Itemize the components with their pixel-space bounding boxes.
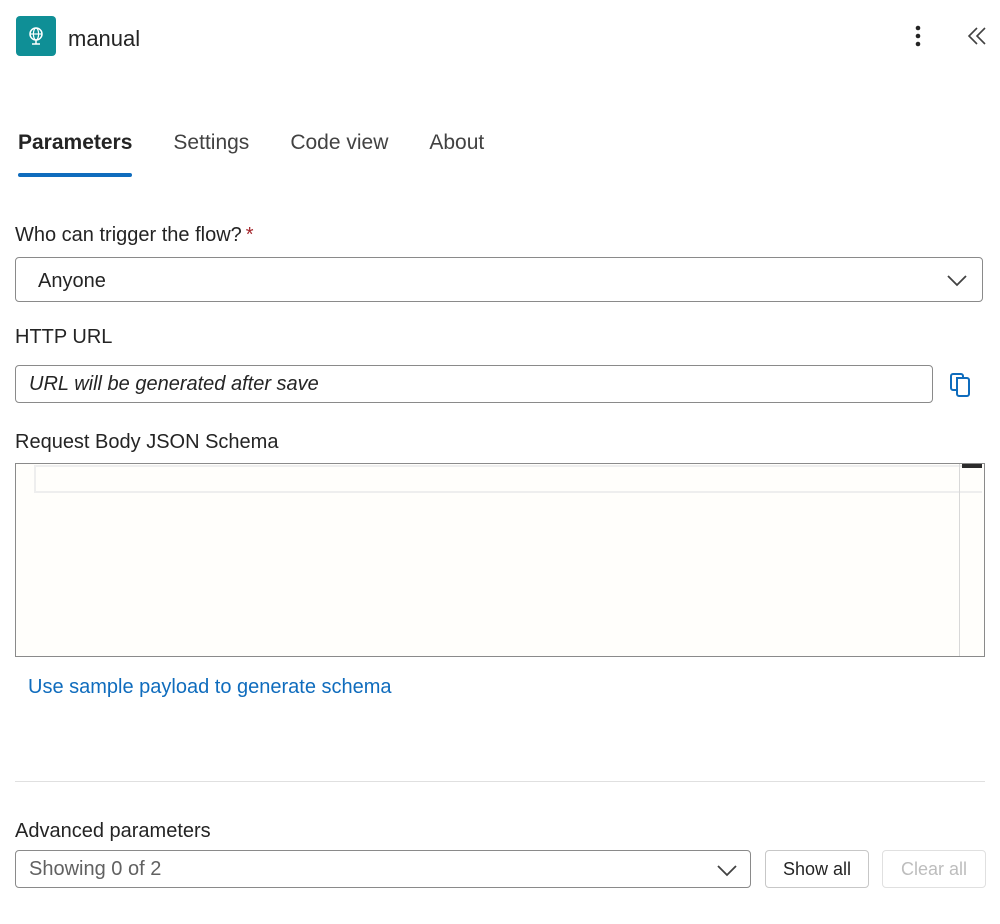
- advanced-parameters-value: Showing 0 of 2: [29, 858, 162, 880]
- more-options-button[interactable]: [906, 20, 930, 52]
- advanced-parameters-label: Advanced parameters: [15, 820, 211, 842]
- chevron-down-icon: [947, 275, 967, 287]
- tab-settings[interactable]: Settings: [173, 128, 249, 172]
- chevron-down-icon: [717, 865, 737, 877]
- editor-scrollbar[interactable]: [959, 464, 984, 656]
- current-line-highlight: [34, 465, 982, 493]
- advanced-parameters-dropdown[interactable]: Showing 0 of 2: [15, 850, 751, 888]
- tab-list: Parameters Settings Code view About: [18, 128, 525, 180]
- who-can-trigger-label: Who can trigger the flow? *: [15, 224, 254, 247]
- schema-editor[interactable]: [15, 463, 985, 657]
- section-divider: [15, 781, 985, 782]
- show-all-button[interactable]: Show all: [765, 850, 869, 888]
- http-url-field[interactable]: URL will be generated after save: [15, 365, 933, 403]
- collapse-panel-button[interactable]: [964, 20, 992, 52]
- required-marker: *: [245, 224, 254, 246]
- http-url-value: URL will be generated after save: [29, 373, 319, 395]
- clear-all-button[interactable]: Clear all: [882, 850, 986, 888]
- tab-code-view[interactable]: Code view: [290, 128, 388, 172]
- globe-trigger-icon: [16, 16, 56, 56]
- panel-header: manual: [16, 16, 988, 60]
- copy-url-button[interactable]: [945, 370, 975, 400]
- who-can-trigger-value: Anyone: [38, 270, 106, 292]
- more-vertical-icon: [915, 25, 921, 47]
- tab-about[interactable]: About: [429, 128, 484, 172]
- editor-scroll-thumb[interactable]: [962, 464, 982, 468]
- sample-payload-link[interactable]: Use sample payload to generate schema: [28, 676, 392, 699]
- copy-icon: [950, 373, 970, 397]
- who-can-trigger-dropdown[interactable]: Anyone: [15, 257, 983, 302]
- tab-parameters[interactable]: Parameters: [18, 128, 133, 177]
- panel-title: manual: [68, 26, 141, 51]
- who-can-trigger-label-text: Who can trigger the flow?: [15, 224, 242, 246]
- schema-label: Request Body JSON Schema: [15, 431, 279, 453]
- http-url-label: HTTP URL: [15, 326, 113, 348]
- double-chevron-left-icon: [967, 27, 986, 45]
